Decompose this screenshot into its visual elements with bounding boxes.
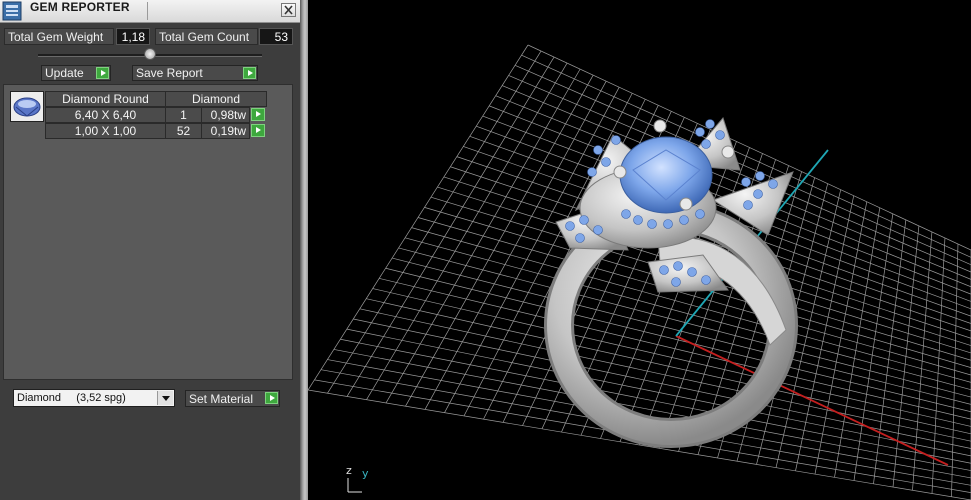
table-header-gem-type: Diamond Round [45, 91, 166, 107]
save-report-button[interactable]: Save Report [132, 65, 258, 81]
set-material-button[interactable]: Set Material [185, 390, 280, 407]
title-bar: GEM REPORTER [0, 0, 300, 23]
close-button[interactable] [281, 3, 296, 17]
ring-model [544, 116, 798, 448]
viewport-canvas: z y [308, 44, 971, 500]
gem-thumbnail[interactable] [10, 91, 44, 122]
round-diamond-icon [13, 97, 41, 117]
save-report-button-label: Save Report [136, 66, 203, 80]
window-title: GEM REPORTER [30, 0, 130, 14]
row-select-button[interactable] [251, 124, 265, 137]
total-gem-count-label: Total Gem Count [155, 28, 258, 45]
total-gem-count-value: 53 [259, 28, 293, 45]
axis-label-z: z [346, 464, 352, 477]
row-weight: 0,19tw [201, 123, 250, 139]
row-weight: 0,98tw [201, 107, 250, 123]
axis-label-y: y [362, 467, 369, 480]
gem-reporter-panel: GEM REPORTER Total Gem Weight 1,18 Total… [0, 0, 300, 500]
row-select-button[interactable] [251, 108, 265, 121]
update-button[interactable]: Update [41, 65, 111, 81]
close-icon [284, 5, 293, 15]
total-gem-weight-value: 1,18 [116, 28, 150, 45]
chevron-down-icon [157, 391, 173, 405]
row-size: 6,40 X 6,40 [45, 107, 166, 123]
table-header-material: Diamond [165, 91, 267, 107]
set-material-button-label: Set Material [189, 392, 254, 406]
material-dropdown-value: Diamond (3,52 spg) [17, 392, 126, 404]
slider-handle[interactable] [144, 48, 156, 60]
axis-gizmo [347, 478, 362, 493]
row-count: 52 [165, 123, 202, 139]
panel-splitter[interactable] [300, 0, 308, 500]
3d-viewport[interactable]: z y [308, 0, 971, 500]
update-button-label: Update [45, 66, 84, 80]
play-arrow-icon [265, 392, 278, 404]
play-arrow-icon [96, 67, 109, 79]
play-arrow-icon [243, 67, 256, 79]
row-count: 1 [165, 107, 202, 123]
material-dropdown[interactable]: Diamond (3,52 spg) [13, 389, 175, 407]
total-gem-weight-label: Total Gem Weight [4, 28, 114, 45]
gem-reporter-app-icon [2, 1, 22, 21]
title-divider [147, 2, 148, 20]
row-size: 1,00 X 1,00 [45, 123, 166, 139]
